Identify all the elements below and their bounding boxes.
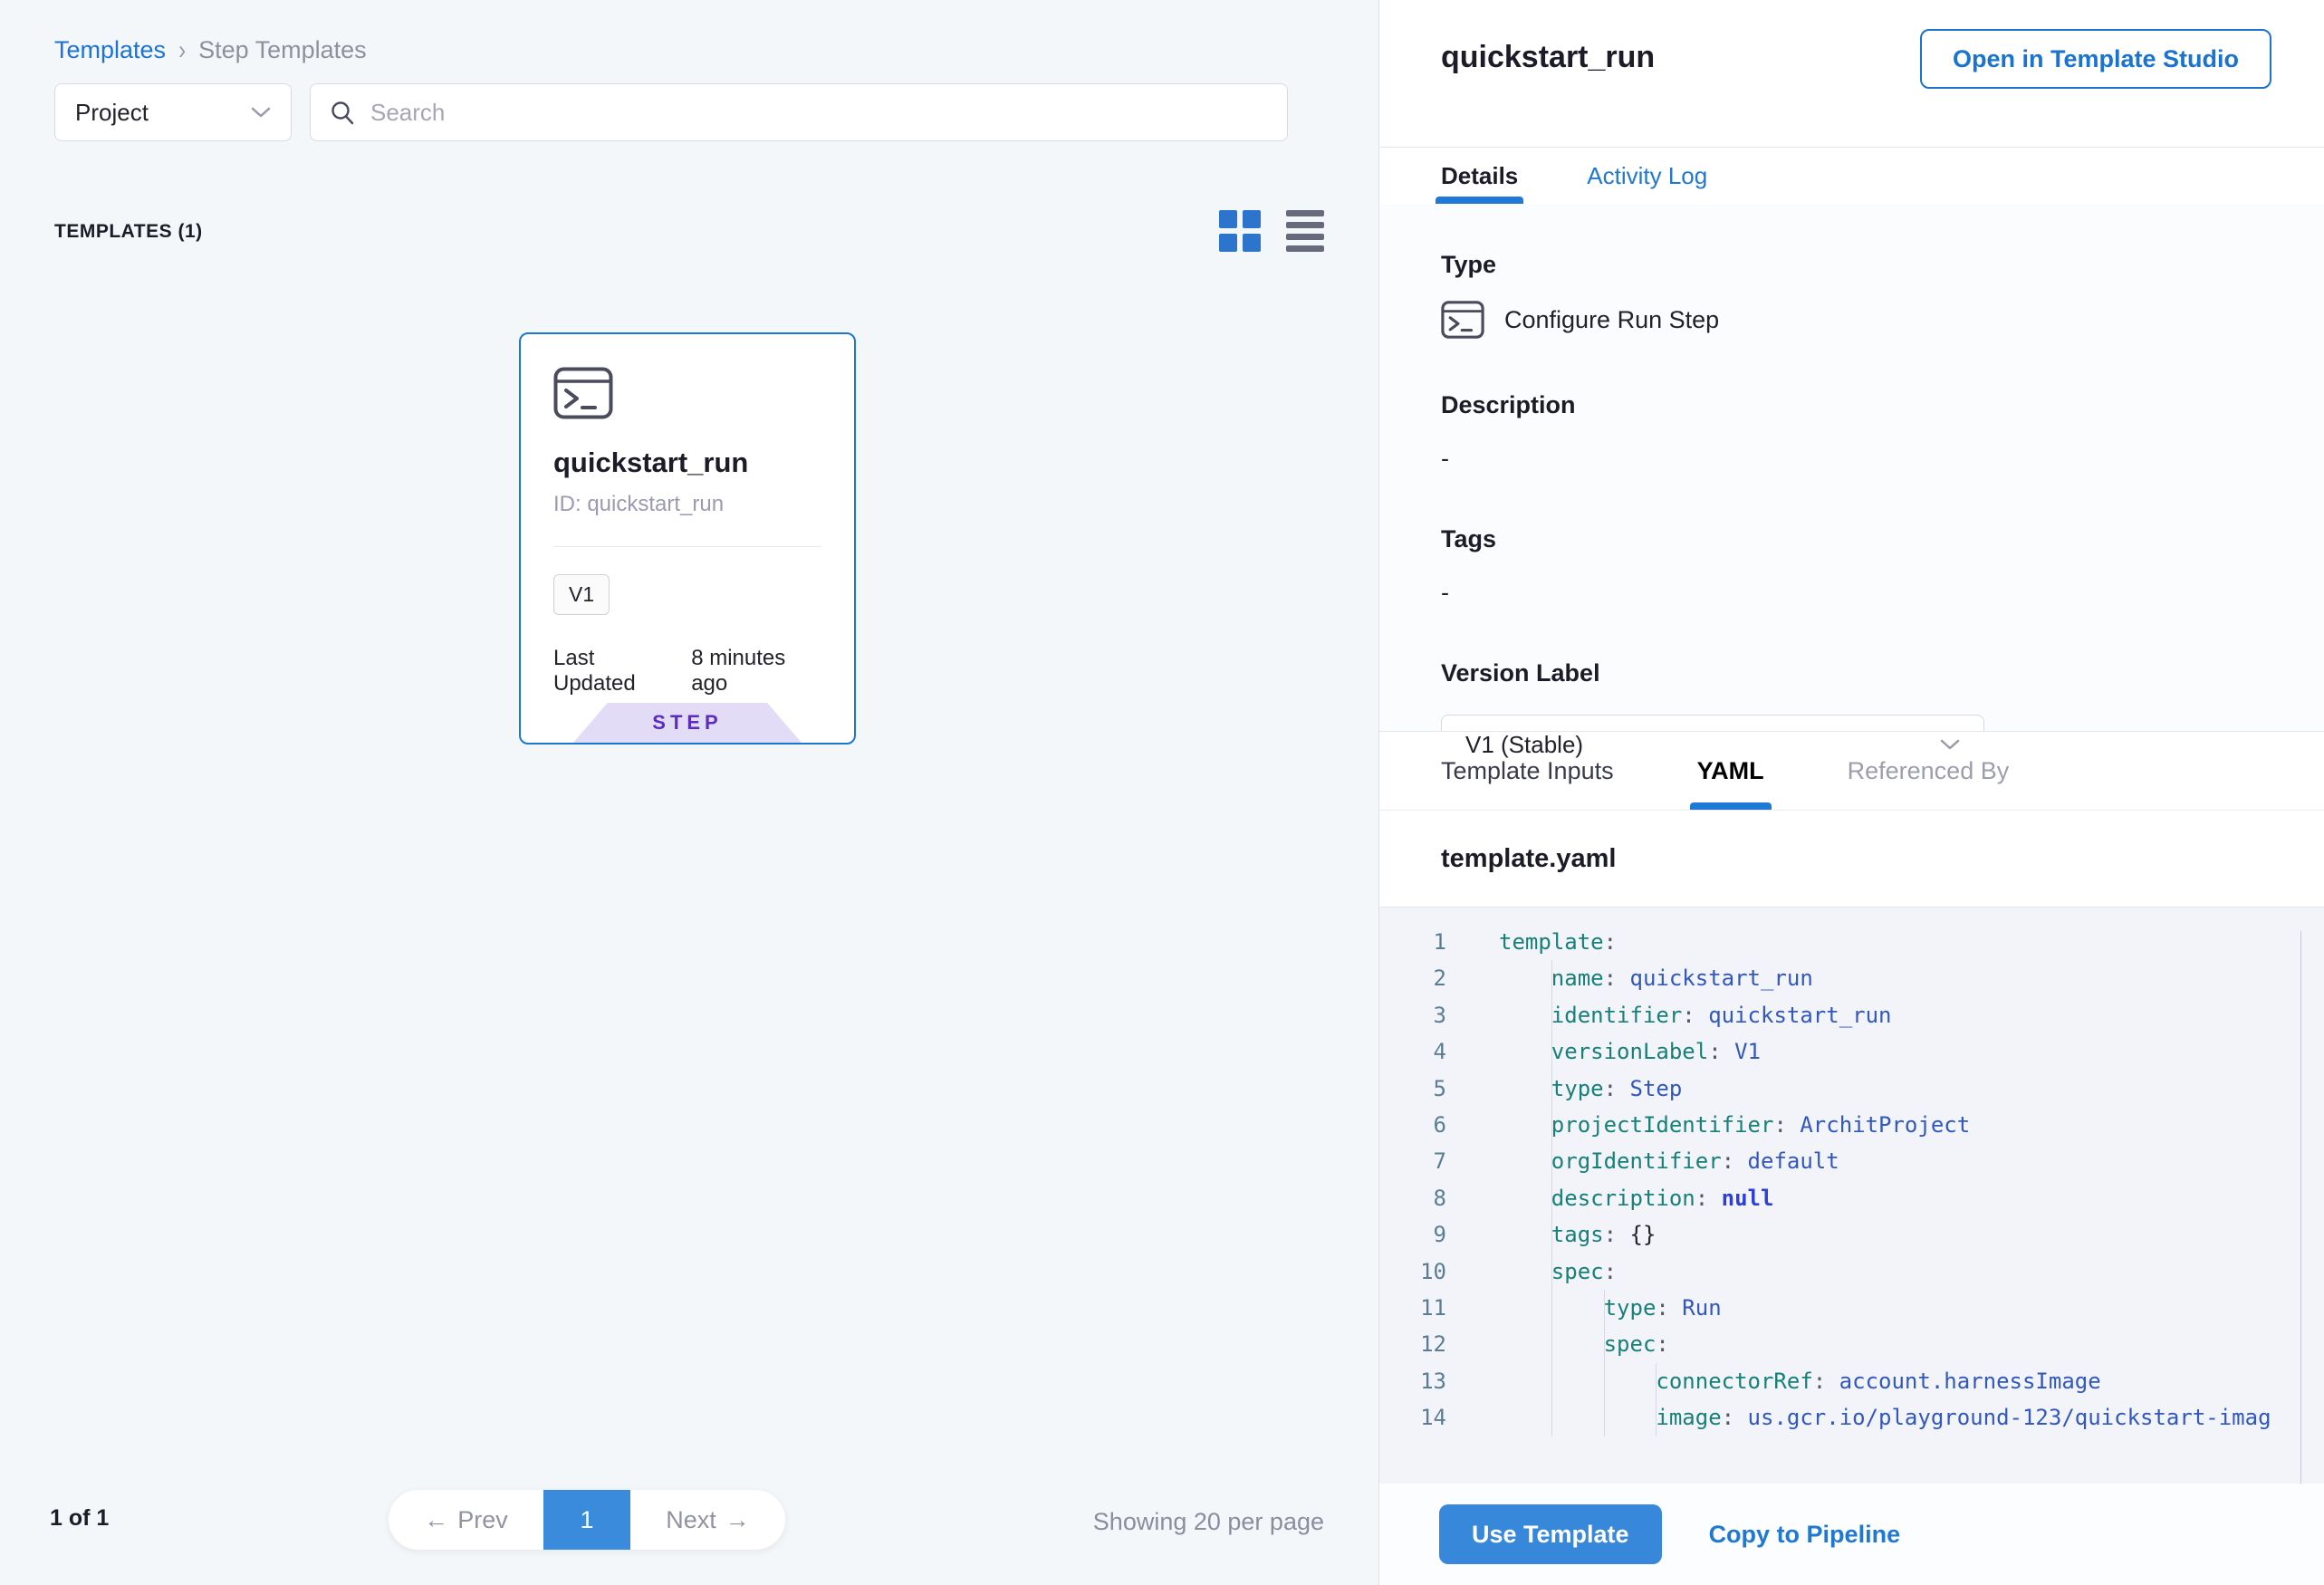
details-footer: Use Template Copy to Pipeline [1379, 1484, 2324, 1585]
type-value-row: Configure Run Step [1441, 301, 2324, 339]
tags-value: - [1441, 579, 2324, 607]
active-subtab-underline [1690, 802, 1772, 810]
templates-list-panel: Templates › Step Templates Project TEMPL… [0, 0, 1378, 1585]
templates-page: Templates › Step Templates Project TEMPL… [0, 0, 2324, 1585]
grid-view-icon[interactable] [1219, 210, 1261, 252]
yaml-code-line: 8 description: null [1379, 1180, 2324, 1216]
arrow-right-icon: → [725, 1506, 750, 1534]
yaml-code-line: 6 projectIdentifier: ArchitProject [1379, 1107, 2324, 1143]
per-page-text: Showing 20 per page [1093, 1508, 1324, 1536]
current-page-button[interactable]: 1 [543, 1490, 630, 1550]
tab-yaml[interactable]: YAML [1697, 732, 1764, 810]
details-tab-bar: Details Activity Log [1379, 147, 2324, 204]
panel-title: quickstart_run [1441, 40, 1655, 75]
yaml-code-lines: 1template:2 name: quickstart_run3 identi… [1379, 924, 2324, 1436]
yaml-tab-bar: Template Inputs YAML Referenced By [1379, 731, 2324, 811]
yaml-code-line: 11 type: Run [1379, 1290, 2324, 1326]
type-label: Type [1441, 251, 2324, 279]
description-label: Description [1441, 391, 2324, 419]
indent-guide [1656, 1363, 1657, 1436]
filter-row: Project [54, 83, 1288, 141]
yaml-editor[interactable]: 1template:2 name: quickstart_run3 identi… [1379, 908, 2324, 1484]
search-input[interactable] [370, 99, 1269, 127]
yaml-code-line: 13 connectorRef: account.harnessImage [1379, 1363, 2324, 1399]
yaml-code-line: 7 orgIdentifier: default [1379, 1143, 2324, 1179]
yaml-code-line: 2 name: quickstart_run [1379, 960, 2324, 996]
breadcrumb-current: Step Templates [198, 36, 367, 64]
breadcrumb: Templates › Step Templates [54, 36, 367, 64]
copy-to-pipeline-link[interactable]: Copy to Pipeline [1709, 1521, 1901, 1549]
type-value: Configure Run Step [1504, 306, 1719, 334]
breadcrumb-templates-link[interactable]: Templates [54, 36, 166, 64]
template-details-panel: quickstart_run Open in Template Studio D… [1378, 0, 2324, 1585]
step-ribbon: STEP [573, 703, 802, 743]
version-badge: V1 [553, 574, 610, 615]
description-value: - [1441, 445, 2324, 473]
run-step-terminal-icon [1441, 301, 1484, 339]
scope-select[interactable]: Project [54, 83, 292, 141]
list-view-icon[interactable] [1286, 210, 1324, 252]
yaml-code-line: 9 tags: {} [1379, 1216, 2324, 1253]
run-step-terminal-icon [553, 367, 613, 419]
chevron-down-icon [251, 106, 271, 119]
yaml-code-line: 5 type: Step [1379, 1071, 2324, 1107]
pagination: ← Prev 1 Next → [389, 1490, 785, 1550]
card-divider [553, 546, 821, 547]
active-tab-underline [1436, 197, 1523, 204]
view-toggle [1219, 210, 1324, 252]
last-updated-row: Last Updated 8 minutes ago [553, 646, 821, 696]
details-content: Type Configure Run Step Description - Ta… [1379, 204, 2324, 731]
use-template-button[interactable]: Use Template [1439, 1504, 1662, 1564]
template-card-title: quickstart_run [553, 447, 821, 479]
next-page-button[interactable]: Next → [630, 1506, 785, 1534]
page-summary: 1 of 1 [50, 1505, 109, 1532]
indent-guide [1551, 960, 1552, 1436]
search-icon [329, 99, 356, 126]
template-card-id: ID: quickstart_run [553, 492, 821, 517]
scope-select-value: Project [75, 99, 149, 127]
tab-activity-log[interactable]: Activity Log [1587, 148, 1707, 204]
template-card[interactable]: quickstart_run ID: quickstart_run V1 Las… [519, 332, 856, 744]
yaml-code-line: 12 spec: [1379, 1326, 2324, 1362]
prev-page-button[interactable]: ← Prev [389, 1506, 543, 1534]
editor-scrollbar[interactable] [2300, 931, 2301, 1484]
tags-label: Tags [1441, 525, 2324, 553]
indent-guide [1604, 1290, 1605, 1436]
last-updated-value: 8 minutes ago [691, 646, 821, 696]
yaml-code-line: 1template: [1379, 924, 2324, 960]
yaml-code-line: 3 identifier: quickstart_run [1379, 997, 2324, 1033]
tab-details[interactable]: Details [1441, 148, 1518, 204]
yaml-code-line: 14 image: us.gcr.io/playground-123/quick… [1379, 1399, 2324, 1436]
details-header: quickstart_run Open in Template Studio [1379, 0, 2324, 147]
version-label-heading: Version Label [1441, 659, 2324, 687]
tab-template-inputs[interactable]: Template Inputs [1441, 732, 1614, 810]
search-box [310, 83, 1288, 141]
yaml-code-line: 4 versionLabel: V1 [1379, 1033, 2324, 1070]
last-updated-label: Last Updated [553, 646, 677, 696]
open-in-template-studio-button[interactable]: Open in Template Studio [1920, 29, 2271, 89]
templates-count-heading: TEMPLATES (1) [54, 221, 203, 243]
breadcrumb-chevron-icon: › [178, 34, 186, 66]
tab-referenced-by[interactable]: Referenced By [1848, 732, 2010, 810]
yaml-file-heading: template.yaml [1379, 811, 2324, 908]
arrow-left-icon: ← [424, 1506, 448, 1534]
yaml-code-line: 10 spec: [1379, 1254, 2324, 1290]
